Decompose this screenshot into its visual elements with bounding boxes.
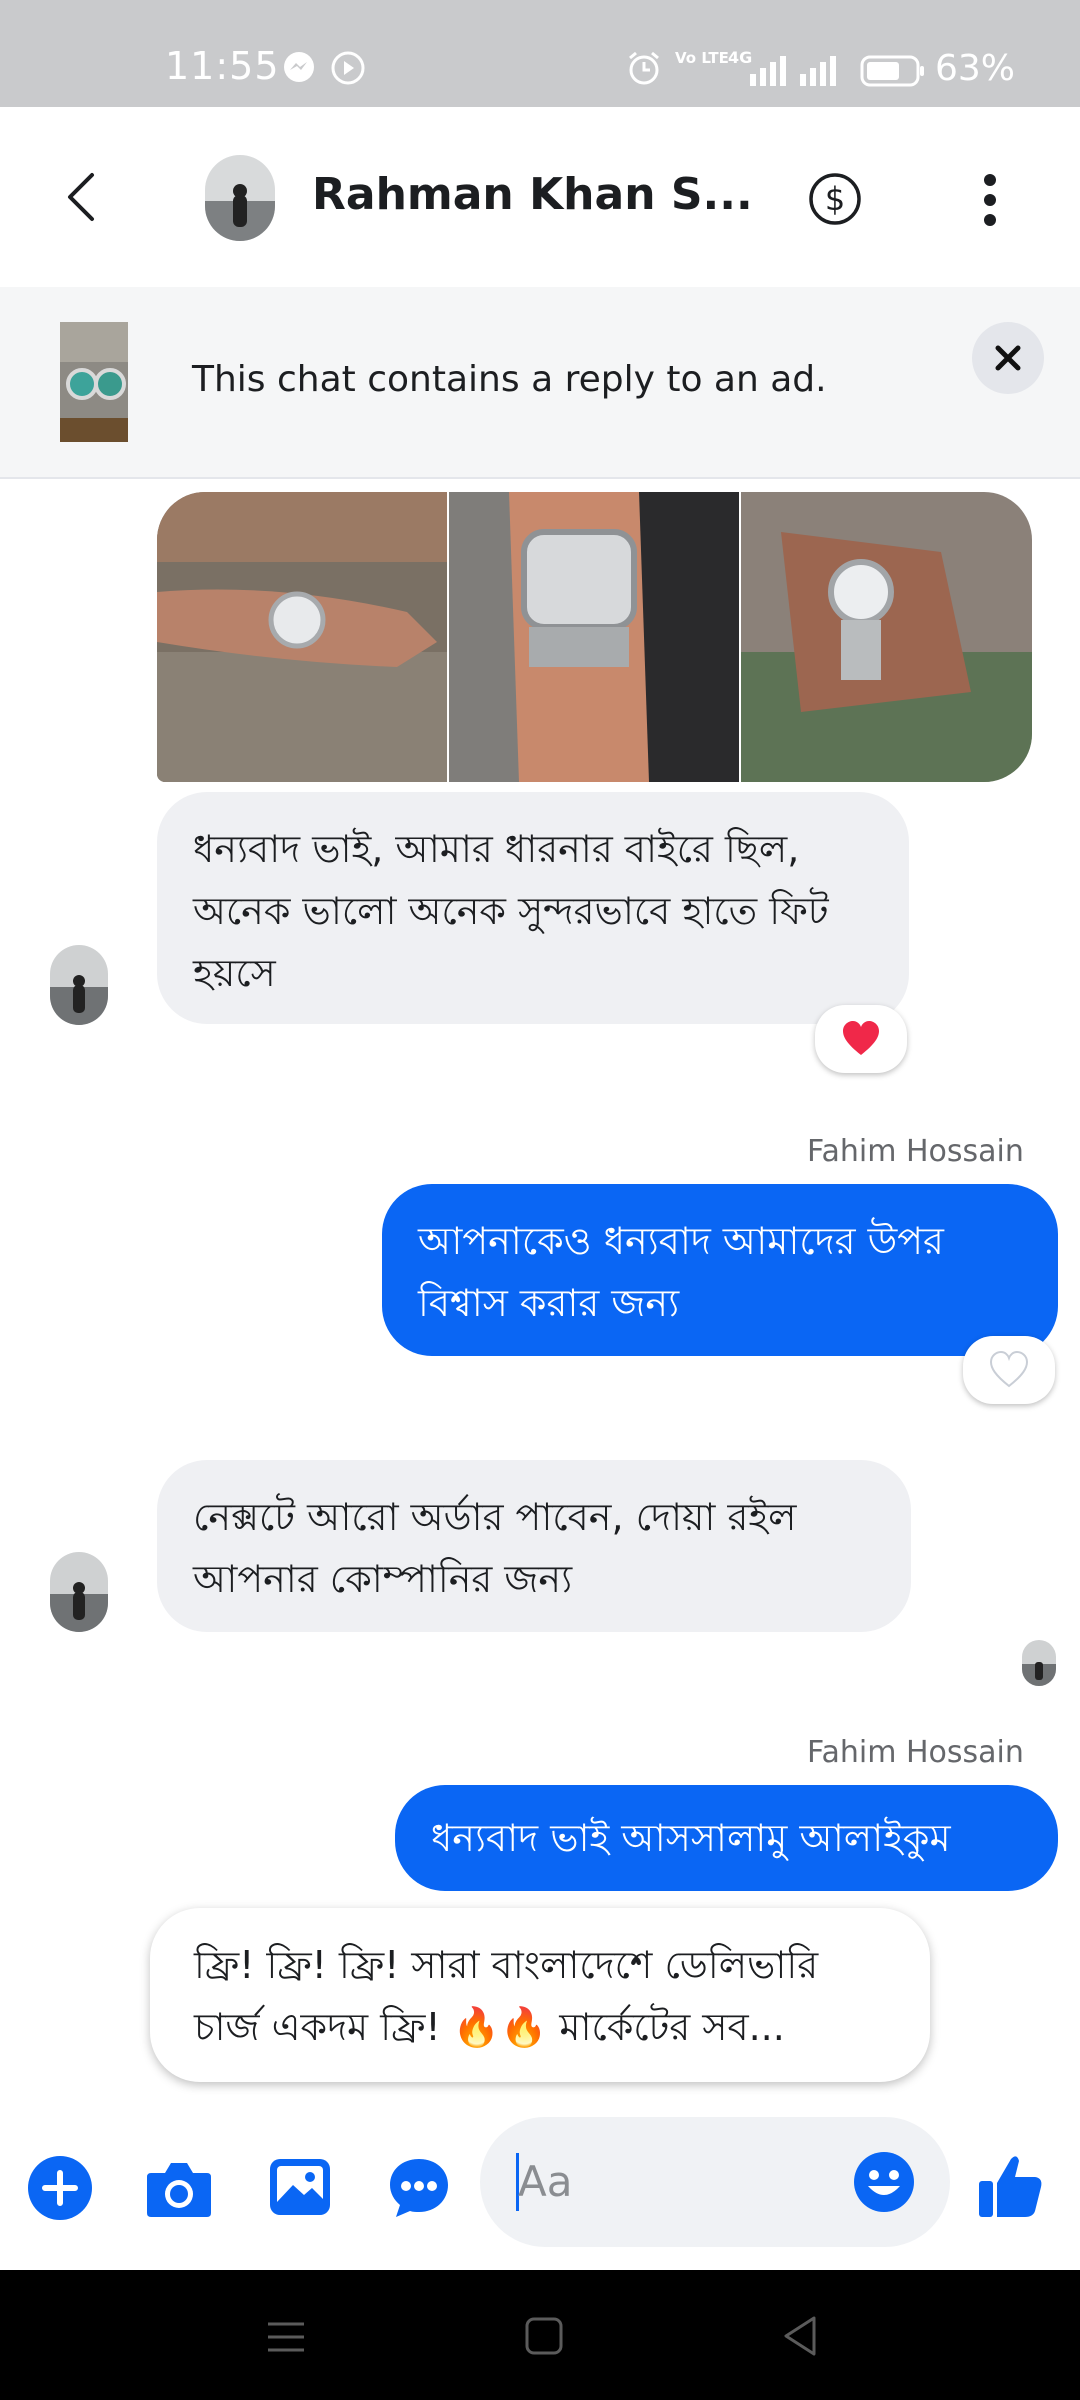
watch-photo[interactable] (157, 492, 447, 782)
ad-reply-banner: This chat contains a reply to an ad. (0, 287, 1080, 479)
gallery-icon[interactable] (268, 2157, 332, 2217)
sender-name: Fahim Hossain (807, 1735, 1024, 1770)
watch-photo[interactable] (449, 492, 739, 782)
contact-avatar-small[interactable] (50, 1552, 108, 1632)
plus-circle-icon[interactable] (27, 2155, 93, 2221)
sync-icon (331, 51, 365, 85)
back-icon[interactable] (780, 2314, 820, 2358)
reaction-badge[interactable] (815, 1005, 907, 1073)
status-bar: 11:55 Vo LTE 4G 63% (0, 0, 1080, 107)
messenger-icon (284, 52, 314, 82)
message-bubble-outgoing[interactable]: ধন্যবাদ ভাই আসসালামু আলাইকুম (395, 1785, 1058, 1891)
message-bubble-outgoing[interactable]: আপনাকেও ধন্যবাদ আমাদের উপর বিশ্বাস করার … (382, 1184, 1058, 1356)
chat-bubble-icon[interactable] (386, 2155, 452, 2221)
watch-photo[interactable] (741, 492, 1032, 782)
battery-icon (860, 55, 924, 87)
photo-grid (157, 492, 1032, 782)
heart-outline-icon (989, 1350, 1029, 1388)
sender-name: Fahim Hossain (807, 1134, 1024, 1169)
chat-header: Rahman Khan S... $ (0, 107, 1080, 287)
camera-icon[interactable] (145, 2159, 213, 2219)
signal-icon (750, 56, 836, 86)
battery-percent: 63% (935, 48, 1016, 89)
promo-suggestion[interactable]: ফ্রি! ফ্রি! ফ্রি! সারা বাংলাদেশে ডেলিভার… (150, 1908, 930, 2082)
seen-avatar (1022, 1640, 1056, 1686)
message-composer: Aa (0, 2095, 1080, 2270)
message-bubble-incoming[interactable]: নেক্সটে আরো অর্ডার পাবেন, দোয়া রইল আপনা… (157, 1460, 911, 1632)
status-time: 11:55 (165, 44, 280, 88)
contact-name[interactable]: Rahman Khan S... (312, 169, 753, 220)
message-input[interactable]: Aa (480, 2117, 950, 2247)
volte-indicator: Vo LTE (675, 49, 729, 67)
chevron-left-icon[interactable] (62, 171, 102, 223)
menu-icon[interactable] (266, 2320, 306, 2354)
emoji-icon[interactable] (852, 2150, 916, 2214)
message-bubble-incoming[interactable]: ধন্যবাদ ভাই, আমার ধারনার বাইরে ছিল, অনেক… (157, 792, 909, 1024)
system-nav-bar (0, 2270, 1080, 2400)
close-icon (995, 345, 1021, 371)
svg-text:$: $ (825, 180, 845, 218)
ad-thumbnail[interactable] (60, 322, 128, 442)
reaction-badge[interactable] (963, 1336, 1055, 1404)
dollar-circle-icon[interactable]: $ (808, 172, 862, 226)
heart-icon (843, 1021, 879, 1055)
thumbs-up-icon[interactable] (975, 2151, 1045, 2221)
close-banner-button[interactable] (972, 322, 1044, 394)
alarm-icon (629, 51, 659, 85)
contact-avatar[interactable] (205, 155, 275, 241)
ad-banner-text: This chat contains a reply to an ad. (192, 359, 827, 400)
message-placeholder: Aa (518, 2157, 573, 2206)
contact-avatar-small[interactable] (50, 945, 108, 1025)
more-vertical-icon[interactable] (980, 172, 1000, 228)
home-icon[interactable] (524, 2316, 564, 2356)
